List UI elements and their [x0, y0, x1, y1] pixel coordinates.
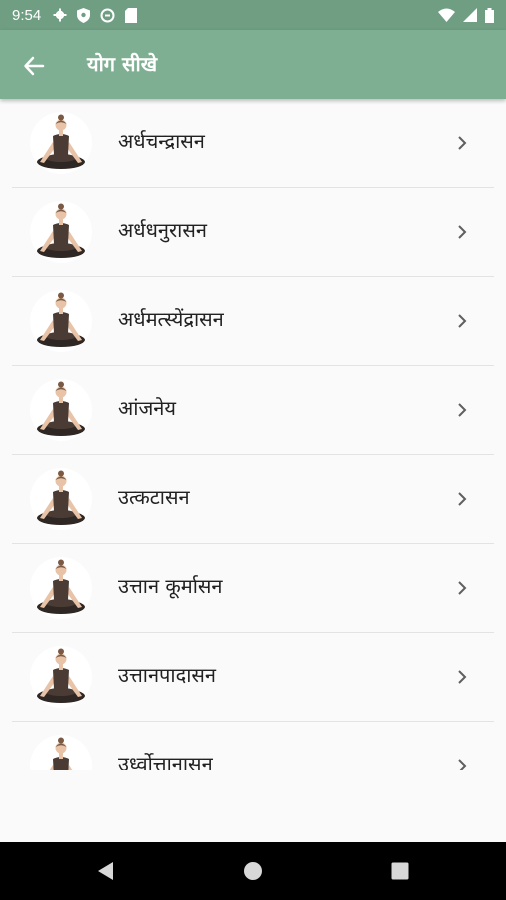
pose-list: अर्धचन्द्रासन अर्धधनुरासन अर्धमत्स्येंद्… [0, 99, 506, 770]
list-item[interactable]: अर्धचन्द्रासन [12, 99, 494, 187]
list-item[interactable]: उत्तान कूर्मासन [12, 543, 494, 632]
chevron-right-icon [458, 403, 467, 417]
pose-name: उत्तान कूर्मासन [118, 574, 223, 598]
pose-name: उत्कटासन [118, 485, 190, 509]
system-nav-bar [0, 842, 506, 900]
chevron-right-icon [458, 136, 467, 150]
signal-icon [463, 8, 477, 22]
shield-icon [77, 7, 91, 23]
yoga-lotus-pose-icon [30, 646, 92, 708]
list-item[interactable]: अर्धधनुरासन [12, 187, 494, 276]
status-bar: 9:54 [0, 0, 506, 30]
chevron-right-icon [458, 492, 467, 506]
back-button[interactable] [20, 52, 48, 80]
sync-icon [100, 8, 115, 22]
chevron-right-icon [458, 314, 467, 328]
chevron-right-icon [458, 225, 467, 239]
status-time: 9:54 [12, 6, 42, 24]
app-bar: योग सीखे [0, 30, 506, 99]
yoga-lotus-pose-icon [30, 379, 92, 441]
yoga-lotus-pose-icon [30, 468, 92, 530]
pose-name: अर्धमत्स्येंद्रासन [118, 307, 224, 331]
pose-name: उर्ध्वोत्तानासन [118, 752, 213, 770]
gear-icon [53, 8, 67, 22]
yoga-lotus-pose-icon [30, 112, 92, 174]
chevron-right-icon [458, 670, 467, 684]
list-item[interactable]: उत्कटासन [12, 454, 494, 543]
yoga-lotus-pose-icon [30, 290, 92, 352]
pose-name: अर्धधनुरासन [118, 218, 207, 242]
wifi-icon [438, 8, 455, 22]
yoga-lotus-pose-icon [30, 735, 92, 770]
chevron-right-icon [458, 581, 467, 595]
list-item[interactable]: उत्तानपादासन [12, 632, 494, 721]
pose-name: आंजनेय [118, 396, 176, 420]
battery-icon [485, 7, 494, 23]
list-item[interactable]: आंजनेय [12, 365, 494, 454]
recents-square-icon[interactable] [390, 861, 410, 881]
yoga-lotus-pose-icon [30, 201, 92, 263]
pose-name: उत्तानपादासन [118, 663, 217, 687]
list-item[interactable]: अर्धमत्स्येंद्रासन [12, 276, 494, 365]
home-circle-icon[interactable] [243, 861, 263, 881]
sd-card-icon [125, 7, 138, 23]
pose-name: अर्धचन्द्रासन [118, 129, 205, 153]
arrow-back-icon [24, 56, 45, 76]
page-title: योग सीखे [87, 52, 158, 76]
list-item[interactable]: उर्ध्वोत्तानासन [12, 721, 494, 770]
yoga-lotus-pose-icon [30, 557, 92, 619]
back-triangle-icon[interactable] [96, 861, 116, 881]
chevron-right-icon [458, 759, 467, 770]
